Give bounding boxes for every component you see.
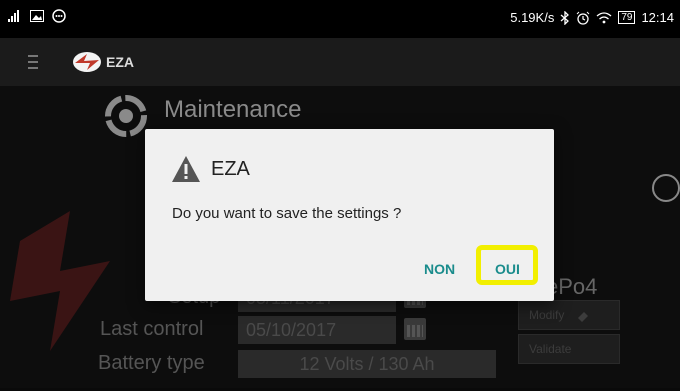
dialog-title-text: EZA bbox=[211, 157, 250, 180]
status-right: 5.19K/s 79 12:14 bbox=[510, 10, 674, 25]
warning-icon bbox=[172, 156, 200, 182]
net-speed: 5.19K/s bbox=[510, 10, 555, 25]
bluetooth-icon bbox=[560, 10, 570, 25]
last-control-date-field[interactable]: 05/10/2017 bbox=[238, 316, 396, 344]
battery-indicator: 79 bbox=[618, 11, 636, 24]
menu-icon[interactable] bbox=[28, 55, 38, 73]
page-title: Maintenance bbox=[164, 96, 302, 123]
app-logo-icon bbox=[73, 52, 101, 72]
highlight-box bbox=[476, 245, 538, 285]
radio-circle[interactable] bbox=[652, 174, 680, 202]
battery-type-label: Battery type bbox=[98, 352, 205, 374]
validate-label: Validate bbox=[529, 342, 572, 356]
image-icon bbox=[30, 10, 44, 22]
battery-level: 79 bbox=[621, 12, 633, 23]
battery-type-field[interactable]: 12 Volts / 130 Ah bbox=[238, 350, 496, 378]
modify-button[interactable]: Modify bbox=[518, 300, 620, 330]
last-control-label: Last control bbox=[100, 318, 204, 340]
wifi-icon bbox=[596, 11, 612, 23]
clock: 12:14 bbox=[641, 10, 674, 25]
validate-button[interactable]: Validate bbox=[518, 334, 620, 364]
signal-icon bbox=[8, 10, 19, 22]
maintenance-icon bbox=[105, 95, 147, 137]
app-name: EZA bbox=[106, 54, 134, 70]
modify-label: Modify bbox=[529, 308, 565, 322]
dialog-title: EZA bbox=[171, 155, 250, 183]
status-left bbox=[8, 9, 66, 23]
status-bar: 5.19K/s 79 12:14 bbox=[0, 0, 680, 38]
alarm-icon bbox=[576, 11, 590, 25]
chat-bubble-icon bbox=[52, 9, 66, 23]
non-button[interactable]: NON bbox=[424, 261, 455, 277]
app-bar: EZA bbox=[0, 38, 680, 86]
eraser-icon bbox=[577, 311, 588, 322]
last-control-calendar-icon[interactable] bbox=[404, 318, 426, 340]
dialog-message: Do you want to save the settings ? bbox=[172, 205, 402, 222]
